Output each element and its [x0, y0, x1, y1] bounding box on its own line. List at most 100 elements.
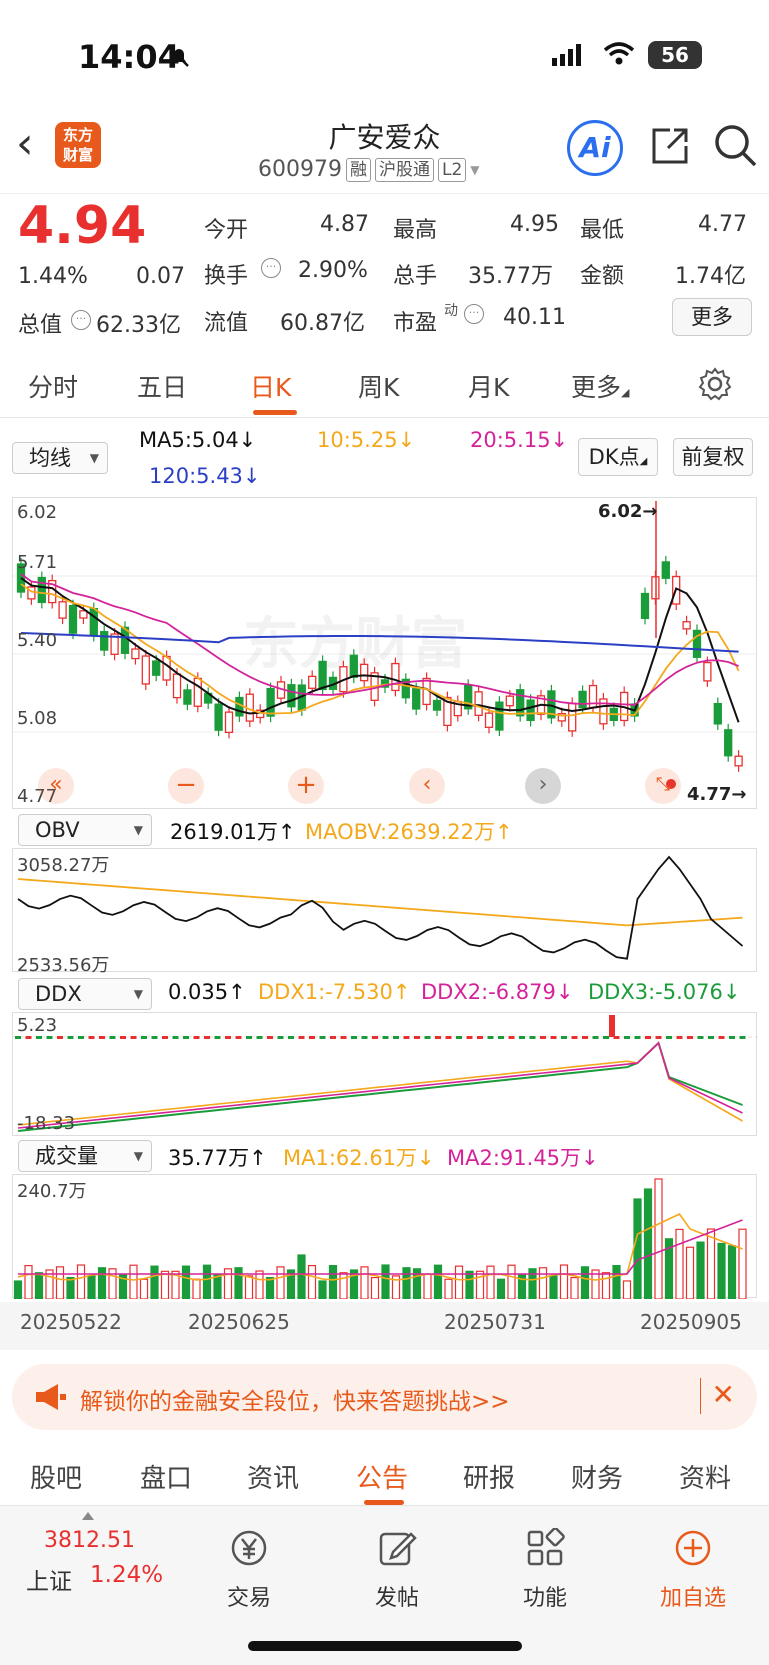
ddx-bar [172, 1036, 179, 1039]
tab-active-indicator [364, 1500, 404, 1505]
candle-body [640, 592, 650, 620]
volume-chart[interactable]: 240.7万 [12, 1174, 757, 1300]
candle-body [193, 677, 202, 707]
ddx-bar [235, 1036, 242, 1039]
ddx-bar [193, 1036, 200, 1039]
tab-weekly-k[interactable]: 周K [358, 368, 399, 404]
volume-value: 35.77万↑ [168, 1146, 267, 1170]
ddx-bar [109, 1036, 116, 1039]
features-button[interactable]: 功能 [500, 1527, 590, 1612]
add-watchlist-button[interactable]: 加自选 [648, 1528, 738, 1612]
ddx-bar [25, 1036, 32, 1039]
chevron-down-icon: ▼ [133, 987, 143, 1001]
info-icon[interactable]: ··· [71, 310, 91, 330]
signal-icon [552, 44, 581, 66]
info-icon[interactable]: ··· [261, 258, 281, 278]
scroll-right-button[interactable]: › [525, 768, 561, 804]
tab-orderbook[interactable]: 盘口 [140, 1458, 192, 1495]
ddx-y-top: 5.23 [17, 1015, 58, 1036]
kline-chart[interactable]: 东方财富 6.02 5.71 5.40 5.08 4.77 6.02→ 4.77… [12, 497, 758, 809]
ddx-bar [634, 1036, 641, 1039]
candle-body [484, 712, 494, 728]
obv-chart[interactable]: 3058.27万 2533.56万 [12, 848, 757, 976]
dk-point-button[interactable]: DK点◢ [578, 438, 658, 476]
gear-icon[interactable] [697, 366, 733, 402]
index-value[interactable]: 3812.51 [44, 1528, 135, 1553]
volume-bar [654, 1178, 663, 1300]
more-button[interactable]: 更多 [672, 298, 752, 336]
ddx-select[interactable]: DDX ▼ [18, 978, 152, 1010]
caret-icon: ◢ [639, 456, 648, 467]
candle-body [224, 711, 234, 733]
scroll-left-end-button[interactable]: ‹ [409, 768, 445, 804]
ddx-bar [361, 1036, 368, 1039]
ai-button[interactable]: Ai [567, 120, 623, 176]
close-icon[interactable]: ✕ [712, 1378, 735, 1411]
tab-daily-k[interactable]: 日K [250, 368, 291, 404]
tab-finance[interactable]: 财务 [571, 1458, 623, 1495]
search-icon[interactable] [712, 122, 758, 168]
post-label: 发帖 [374, 1586, 419, 1611]
pe-sup: 动 [444, 303, 458, 319]
post-button[interactable]: 发帖 [352, 1528, 442, 1612]
scroll-left-button[interactable]: « [38, 768, 74, 804]
battery-icon: 56 [648, 41, 702, 69]
volume-bar [370, 1276, 380, 1300]
ddx3-value: DDX3:-5.076↓ [588, 980, 741, 1004]
bell-off-icon [169, 47, 189, 67]
fullscreen-button[interactable]: ⤡ [645, 768, 681, 804]
adjust-button[interactable]: 前复权 [673, 438, 753, 476]
caret-icon: ◢ [621, 386, 630, 399]
content-tabs: 股吧 盘口 资讯 公告 研报 财务 资料 [0, 1444, 769, 1506]
tab-news[interactable]: 资讯 [247, 1458, 299, 1495]
ddx-bar [382, 1036, 389, 1039]
chevron-down-icon: ▼ [133, 1149, 143, 1163]
tab-profile[interactable]: 资料 [679, 1458, 731, 1495]
ddx-chart[interactable]: 5.23 -18.33 [12, 1012, 758, 1136]
volume-bar [486, 1265, 495, 1300]
ma10-label: 10:5.25↓ [317, 428, 416, 452]
ddx-bar [330, 1036, 336, 1039]
trade-button[interactable]: 交易 [204, 1528, 294, 1612]
ddx1-value: DDX1:-7.530↑ [258, 980, 411, 1004]
volume-bar [402, 1267, 411, 1300]
ddx-bar [697, 1036, 704, 1039]
tab-forum[interactable]: 股吧 [30, 1458, 82, 1495]
ddx-svg [13, 1015, 758, 1132]
tab-intraday[interactable]: 分时 [28, 368, 78, 404]
volume-bar [423, 1273, 432, 1300]
connect-tag: 沪股通 [374, 157, 434, 182]
chevron-down-icon: ▼ [133, 823, 143, 837]
tab-research[interactable]: 研报 [463, 1458, 515, 1495]
tab-more[interactable]: 更多◢ [571, 368, 629, 404]
volume-bar [13, 1280, 23, 1300]
candle-body [568, 702, 577, 732]
tab-announcements[interactable]: 公告 [356, 1458, 408, 1495]
tab-five-day[interactable]: 五日 [137, 368, 187, 404]
ddx-bar [57, 1036, 63, 1039]
dk-point-label: DK点 [588, 445, 640, 469]
candle-body [412, 688, 421, 710]
float-cap-value: 60.87亿 [280, 311, 365, 336]
promo-banner[interactable]: 解锁你的金融安全段位，快来答题挑战>> ✕ [12, 1364, 757, 1430]
volume-bar [381, 1264, 390, 1300]
yuan-icon [231, 1530, 267, 1566]
volume-bar [727, 1245, 737, 1300]
info-icon[interactable]: ··· [464, 304, 484, 324]
obv-y-top: 3058.27万 [17, 855, 110, 876]
date-axis: 20250522 20250625 20250731 20250905 [0, 1302, 769, 1350]
date-label: 20250522 [20, 1310, 122, 1334]
share-icon[interactable] [648, 124, 692, 168]
volume-select[interactable]: 成交量 ▼ [18, 1140, 152, 1172]
index-change: 1.24% [90, 1562, 164, 1588]
indicator-select[interactable]: 均线 ▼ [12, 442, 108, 474]
ddx-bar [729, 1036, 735, 1039]
zoom-out-button[interactable]: − [168, 768, 204, 804]
tab-monthly-k[interactable]: 月K [468, 368, 509, 404]
obv-select[interactable]: OBV ▼ [18, 814, 152, 846]
zoom-in-button[interactable]: + [288, 768, 324, 804]
ma20-label: 20:5.15↓ [470, 428, 569, 452]
ddx-bar [298, 1036, 305, 1039]
stock-code-row[interactable]: 600979 融 沪股通 L2 ▼ [258, 157, 480, 182]
volume-bar [612, 1264, 621, 1300]
